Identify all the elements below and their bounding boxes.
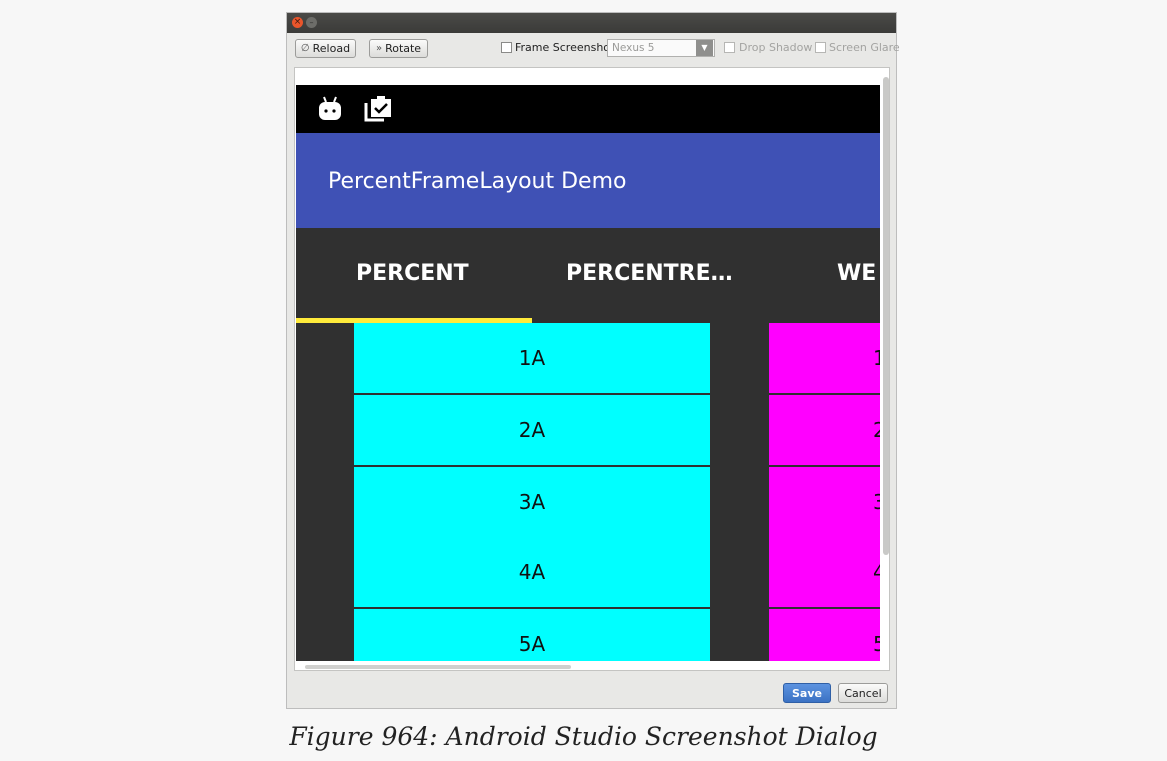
minimize-icon[interactable]: –	[306, 17, 317, 28]
frame-screenshot-checkbox[interactable]	[501, 42, 512, 53]
dropdown-arrow-icon[interactable]: ▼	[696, 40, 713, 56]
cell-label: 3	[873, 490, 880, 514]
drop-shadow-label: Drop Shadow	[739, 41, 813, 54]
cell-label: 4	[873, 560, 880, 584]
toolbar: ∅ Reload » Rotate Frame Screenshot Nexus…	[287, 33, 900, 61]
tab-percentrelative[interactable]: PERCENTRE…	[566, 261, 733, 286]
rotate-button[interactable]: » Rotate	[369, 39, 428, 58]
tab-percent[interactable]: PERCENT	[356, 261, 469, 286]
app-title: PercentFrameLayout Demo	[328, 169, 627, 194]
cell-label: 5A	[518, 632, 546, 656]
frame-screenshot-label: Frame Screenshot	[515, 41, 615, 54]
status-bar	[296, 85, 880, 133]
title-bar: × –	[287, 13, 896, 33]
screenshot-dialog: × – ∅ Reload » Rotate Frame Screenshot N…	[286, 12, 900, 709]
cyan-cell: 3A	[354, 467, 710, 537]
tab-weight[interactable]: WE	[837, 261, 876, 286]
cell-label: 1	[873, 346, 880, 370]
cell-label: 5	[873, 632, 880, 656]
cell-label: 1A	[518, 346, 546, 370]
screen-glare-checkbox[interactable]	[815, 42, 826, 53]
magenta-cell: 4	[769, 537, 880, 607]
close-icon[interactable]: ×	[292, 17, 303, 28]
horizontal-scrollbar[interactable]	[305, 665, 571, 669]
list-item: 4A 4	[296, 537, 880, 607]
app-bar: PercentFrameLayout Demo	[296, 133, 880, 228]
rotate-icon: »	[375, 43, 383, 54]
cyan-cell: 5A	[354, 609, 710, 661]
android-robot-icon	[319, 96, 341, 120]
list-item: 3A 3	[296, 467, 880, 537]
list-item: 1A 1	[296, 323, 880, 393]
rotate-label: Rotate	[385, 42, 422, 55]
cyan-cell: 1A	[354, 323, 710, 393]
cyan-cell: 4A	[354, 537, 710, 607]
cell-label: 2	[873, 418, 880, 442]
list-item: 5A 5	[296, 609, 880, 661]
list-item: 2A 2	[296, 395, 880, 465]
magenta-cell: 5	[769, 609, 880, 661]
cell-label: 4A	[518, 560, 546, 584]
figure-caption: Figure 964: Android Studio Screenshot Di…	[289, 722, 878, 751]
screen-glare-label: Screen Glare	[829, 41, 900, 54]
cell-label: 2A	[518, 418, 546, 442]
cell-label: 3A	[518, 490, 546, 514]
magenta-cell: 3	[769, 467, 880, 537]
magenta-cell: 2	[769, 395, 880, 465]
save-button[interactable]: Save	[783, 683, 831, 703]
reload-icon: ∅	[300, 43, 310, 54]
drop-shadow-checkbox[interactable]	[724, 42, 735, 53]
device-screen: PercentFrameLayout Demo PERCENT PERCENTR…	[296, 85, 880, 661]
reload-button[interactable]: ∅ Reload	[295, 39, 356, 58]
magenta-cell: 1	[769, 323, 880, 393]
cyan-cell: 2A	[354, 395, 710, 465]
clipboard-check-icon	[364, 96, 391, 122]
cancel-button[interactable]: Cancel	[838, 683, 888, 703]
row-list: 1A 1 2A 2 3A 3 4A 4 5A 5	[296, 323, 880, 661]
tab-bar: PERCENT PERCENTRE… WE	[296, 228, 880, 323]
vertical-scrollbar[interactable]	[883, 77, 889, 555]
reload-label: Reload	[312, 42, 351, 55]
